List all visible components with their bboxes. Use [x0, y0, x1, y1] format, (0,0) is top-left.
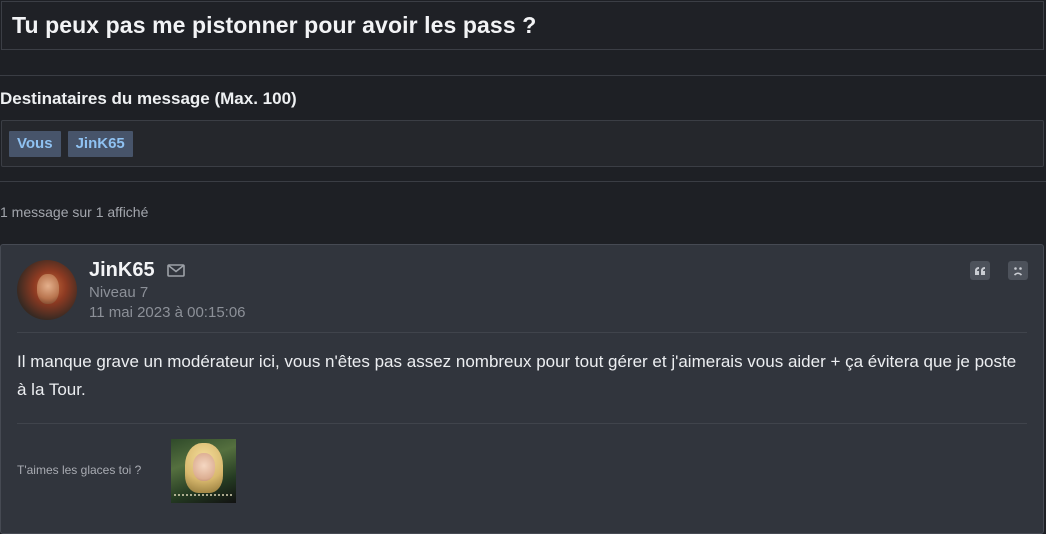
message-count: 1 message sur 1 affiché [0, 204, 149, 220]
author-name[interactable]: JinK65 [89, 259, 155, 282]
message-date: 11 mai 2023 à 00:15:06 [89, 304, 246, 321]
recipient-chip-jink65[interactable]: JinK65 [67, 130, 133, 157]
message-subject-box: Tu peux pas me pistonner pour avoir les … [1, 1, 1044, 50]
signature-separator [17, 423, 1027, 424]
message-card: JinK65 Niveau 7 11 mai 2023 à 00:15:06 I… [0, 244, 1044, 534]
report-button[interactable] [1008, 261, 1028, 280]
quote-button[interactable] [970, 261, 990, 280]
divider [0, 75, 1046, 76]
author-level: Niveau 7 [89, 284, 149, 301]
recipients-title: Destinataires du message (Max. 100) [0, 89, 297, 108]
recipients-box: Vous JinK65 [1, 120, 1044, 167]
card-separator [17, 332, 1027, 333]
avatar[interactable] [17, 260, 77, 320]
message-body: Il manque grave un modérateur ici, vous … [17, 352, 1017, 399]
sad-face-icon [1013, 266, 1023, 276]
mail-icon[interactable] [166, 264, 185, 277]
recipient-chip-vous[interactable]: Vous [9, 130, 61, 157]
quote-icon [975, 266, 985, 275]
message-subject: Tu peux pas me pistonner pour avoir les … [12, 12, 537, 38]
divider [0, 181, 1046, 182]
signature-text: T'aimes les glaces toi ? [17, 463, 142, 477]
signature-image [171, 439, 236, 503]
